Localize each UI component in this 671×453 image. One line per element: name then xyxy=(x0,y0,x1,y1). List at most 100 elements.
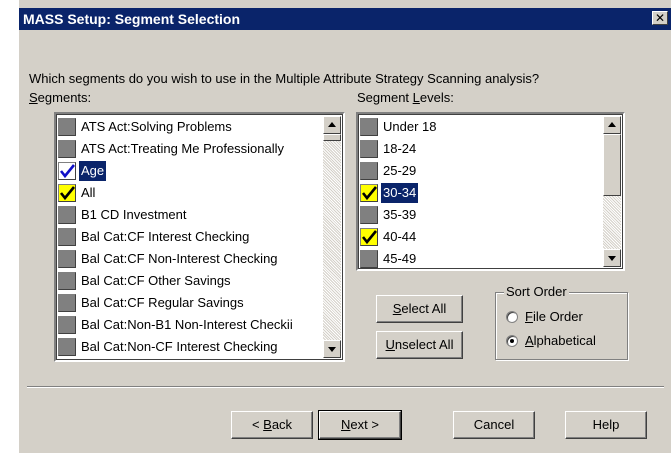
segments-scrollbar[interactable] xyxy=(323,116,341,358)
checkbox-unchecked[interactable] xyxy=(360,140,378,158)
list-item[interactable]: Bal Cat:Non-B1 Non-Interest Checkii xyxy=(58,314,322,336)
list-item-label: Bal Cat:Non-B1 Non-Interest Checkii xyxy=(81,317,293,332)
checkbox-unchecked[interactable] xyxy=(360,162,378,180)
radio-file-order-indicator[interactable] xyxy=(506,311,518,323)
checkbox-unchecked[interactable] xyxy=(360,250,378,268)
list-item-label: Bal Cat:Non-CF Interest Checking xyxy=(81,339,278,354)
next-mnemonic: N xyxy=(341,417,351,432)
list-item[interactable]: Bal Cat:CF Non-Interest Checking xyxy=(58,248,322,270)
back-mnemonic: B xyxy=(263,417,272,432)
checkbox-unchecked[interactable] xyxy=(58,206,76,224)
file-order-mnemonic: F xyxy=(525,309,533,324)
list-item-label: 40-44 xyxy=(383,229,417,244)
list-item-label: 18-24 xyxy=(383,141,417,156)
sort-order-group: Sort Order File Order Alphabetical xyxy=(495,284,628,360)
list-item[interactable]: B1 CD Investment xyxy=(58,204,322,226)
window-title: MASS Setup: Segment Selection xyxy=(23,11,241,27)
list-item[interactable]: ATS Act:Solving Problems xyxy=(58,116,322,138)
checkmark-icon xyxy=(59,164,75,179)
list-item-label: ATS Act:Solving Problems xyxy=(81,119,232,134)
checkbox-unchecked[interactable] xyxy=(58,118,76,136)
radio-file-order-label: File Order xyxy=(525,309,583,324)
list-item[interactable]: 35-39 xyxy=(360,204,602,226)
unselect-all-button[interactable]: Unselect All xyxy=(376,331,463,359)
unselect-all-rest: nselect All xyxy=(394,337,454,352)
list-item[interactable]: ATS Act:Treating Me Professionally xyxy=(58,138,322,160)
scroll-thumb[interactable] xyxy=(603,134,621,196)
scroll-up-button[interactable] xyxy=(323,116,341,134)
checkmark-icon xyxy=(59,186,75,201)
checkbox-unchecked[interactable] xyxy=(58,140,76,158)
scroll-down-button[interactable] xyxy=(603,249,621,267)
segments-label-mnemonic: S xyxy=(29,90,38,105)
checkbox-unchecked[interactable] xyxy=(58,338,76,356)
list-item-label: 35-39 xyxy=(383,207,417,222)
alphabetical-mnemonic: A xyxy=(525,333,534,348)
checkbox-unchecked[interactable] xyxy=(58,228,76,246)
prompt-text: Which segments do you wish to use in the… xyxy=(29,71,540,86)
levels-label-mnemonic: L xyxy=(412,90,420,105)
list-item[interactable]: 45-49 xyxy=(360,248,602,269)
segments-label: Segments: xyxy=(29,90,91,105)
segments-label-rest: egments: xyxy=(37,90,92,105)
list-item[interactable]: All xyxy=(58,182,322,204)
back-prefix: < xyxy=(251,417,264,432)
checkbox-checked[interactable] xyxy=(360,228,378,246)
close-icon[interactable]: ✕ xyxy=(652,11,668,25)
radio-selected-dot xyxy=(510,339,514,343)
scroll-up-button[interactable] xyxy=(603,116,621,134)
list-item-label: 25-29 xyxy=(383,163,417,178)
checkbox-unchecked[interactable] xyxy=(58,316,76,334)
checkbox-unchecked[interactable] xyxy=(360,118,378,136)
list-item-label: ATS Act:Treating Me Professionally xyxy=(81,141,285,156)
levels-scrollbar[interactable] xyxy=(603,116,621,267)
list-item[interactable]: 18-24 xyxy=(360,138,602,160)
checkmark-icon xyxy=(361,230,377,245)
scroll-down-button[interactable] xyxy=(323,340,341,358)
checkbox-checked[interactable] xyxy=(58,162,76,180)
next-button[interactable]: Next > xyxy=(318,410,402,440)
levels-label: Segment Levels: xyxy=(357,90,454,105)
list-item-label: 30-34 xyxy=(381,183,419,203)
list-item[interactable]: Bal Cat:CF Other Savings xyxy=(58,270,322,292)
separator xyxy=(27,386,664,388)
alphabetical-rest: lphabetical xyxy=(533,333,596,348)
list-item-label: Bal Cat:CF Non-Interest Checking xyxy=(81,251,278,266)
list-item-label: Bal Cat:CF Interest Checking xyxy=(81,229,250,244)
checkbox-unchecked[interactable] xyxy=(360,206,378,224)
list-item-label: Bal Cat:CF Other Savings xyxy=(81,273,231,288)
checkmark-icon xyxy=(361,186,377,201)
checkbox-unchecked[interactable] xyxy=(58,294,76,312)
levels-label-rest: evels: xyxy=(419,90,454,105)
list-item[interactable]: Age xyxy=(58,160,322,182)
setup-dialog: MASS Setup: Segment Selection ✕ Which se… xyxy=(18,0,671,453)
radio-alphabetical-indicator[interactable] xyxy=(506,335,518,347)
sort-order-legend: Sort Order xyxy=(504,284,569,299)
segments-listbox[interactable]: ATS Act:Solving Problems ATS Act:Treating… xyxy=(54,112,345,362)
help-button[interactable]: Help xyxy=(565,411,647,439)
file-order-rest: ile Order xyxy=(532,309,583,324)
list-item[interactable]: 25-29 xyxy=(360,160,602,182)
select-all-button[interactable]: Select All xyxy=(376,295,463,323)
unselect-all-mnemonic: U xyxy=(385,337,395,352)
levels-listbox[interactable]: Under 18 18-24 25-29 30-34 35-39 40-44 45-49 xyxy=(356,112,625,271)
title-bar[interactable]: MASS Setup: Segment Selection ✕ xyxy=(19,8,671,30)
checkbox-unchecked[interactable] xyxy=(58,250,76,268)
checkbox-checked[interactable] xyxy=(360,184,378,202)
radio-alphabetical-label: Alphabetical xyxy=(525,333,596,348)
list-item[interactable]: Under 18 xyxy=(360,116,602,138)
list-item-label: 45-49 xyxy=(383,251,417,266)
cancel-button[interactable]: Cancel xyxy=(453,411,535,439)
levels-label-text: Segment xyxy=(357,90,413,105)
select-all-rest: elect All xyxy=(401,301,447,316)
list-item-label: All xyxy=(81,185,96,200)
back-button[interactable]: < Back xyxy=(231,411,313,439)
list-item[interactable]: 40-44 xyxy=(360,226,602,248)
checkbox-checked[interactable] xyxy=(58,184,76,202)
checkbox-unchecked[interactable] xyxy=(58,272,76,290)
list-item[interactable]: Bal Cat:CF Regular Savings xyxy=(58,292,322,314)
list-item[interactable]: Bal Cat:CF Interest Checking xyxy=(58,226,322,248)
scroll-thumb[interactable] xyxy=(323,134,341,141)
list-item[interactable]: 30-34 xyxy=(360,182,602,204)
list-item[interactable]: Bal Cat:Non-CF Interest Checking xyxy=(58,336,322,358)
